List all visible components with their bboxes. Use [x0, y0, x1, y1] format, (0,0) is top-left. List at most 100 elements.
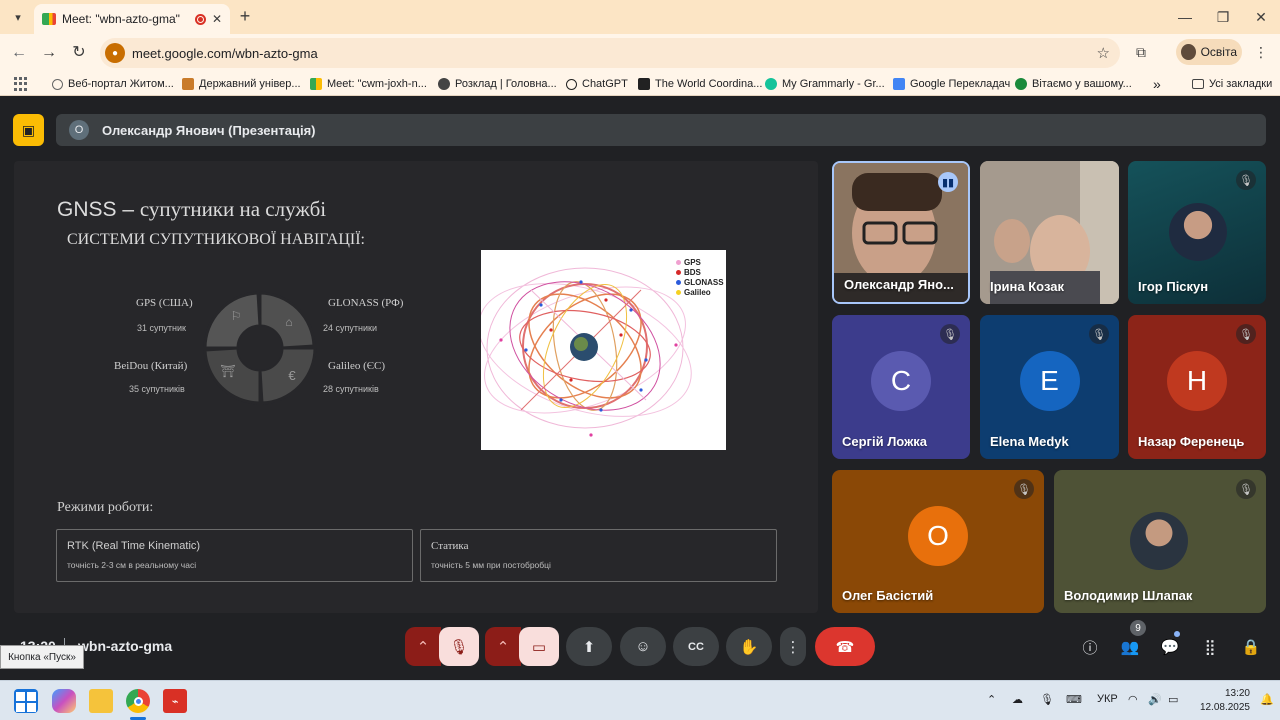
show-hidden-icons[interactable]: ⌃ [987, 693, 996, 706]
participant-avatar-photo [1169, 203, 1227, 261]
reload-button[interactable]: ↻ [68, 43, 90, 63]
back-button[interactable]: ← [8, 43, 30, 63]
participant-tile[interactable]: 🎙 Ігор Піскун [1128, 161, 1266, 304]
modes-title: Режими роботи: [57, 500, 154, 515]
participant-tile[interactable]: 🎙 Володимир Шлапак [1054, 470, 1266, 613]
system-glonass-name: GLONASS (РФ) [328, 297, 404, 309]
emoji-reaction-button[interactable]: ☺ [620, 627, 666, 666]
system-clock[interactable]: 13:20 12.08.2025 [1196, 687, 1250, 715]
close-window-button[interactable]: ✕ [1246, 6, 1276, 28]
windows-taskbar: ⌁ ⌃ ☁ 🎙 ⌨ УКР ◠ 🔊 ▭ 13:20 12.08.2025 🔔 [0, 680, 1280, 720]
recording-indicator-icon [194, 13, 206, 25]
captions-button[interactable]: CC [673, 627, 719, 666]
bookmark-item[interactable]: Вітаємо у вашому... [1015, 76, 1132, 92]
onedrive-cloud-icon[interactable]: ☁ [1012, 693, 1023, 706]
muted-mic-icon: 🎙 [1089, 324, 1109, 344]
tab-close-icon[interactable]: ✕ [212, 12, 222, 26]
meeting-info-icon[interactable]: ⓘ [1075, 632, 1105, 662]
gnss-orbits-image: GPS BDS GLONASS Galileo [478, 250, 726, 450]
chrome-icon[interactable] [126, 689, 150, 713]
bookmark-item[interactable]: Розклад | Головна... [438, 76, 557, 92]
bookmark-item[interactable]: Google Перекладач [893, 76, 1010, 92]
tab-title: Meet: "wbn-azto-gma" [62, 12, 180, 26]
chat-icon[interactable]: 💬 [1155, 632, 1185, 662]
apps-grid-icon[interactable] [14, 77, 28, 91]
battery-icon[interactable]: ▭ [1168, 693, 1178, 706]
profile-name: Освіта [1200, 45, 1237, 59]
participant-name: Ігор Піскун [1138, 279, 1209, 294]
copilot-icon[interactable] [52, 689, 76, 713]
pagoda-icon: ⛩ [220, 364, 235, 378]
participant-tile[interactable]: Ірина Козак [980, 161, 1119, 304]
notifications-icon[interactable]: 🔔 [1260, 693, 1274, 706]
bookmarks-bar: Веб-портал Житом... Державний універ... … [0, 72, 1280, 96]
system-galileo-name: Galileo (ЄС) [328, 360, 386, 372]
mode-desc: точність 2-3 см в реальному часі [67, 560, 197, 570]
bookmark-item[interactable]: The World Coordina... [638, 76, 762, 92]
presenter-avatar: О [69, 120, 89, 140]
new-tab-button[interactable]: + [236, 7, 254, 26]
wifi-icon[interactable]: ◠ [1128, 693, 1138, 706]
orbit-legend: GPS BDS GLONASS Galileo [676, 258, 724, 297]
activities-grid-icon[interactable]: ⣿ [1195, 632, 1225, 662]
bookmark-star-icon[interactable]: ☆ [1097, 44, 1110, 62]
file-explorer-icon[interactable] [89, 689, 113, 713]
presentation-slide: GNSS – супутники на службі СИСТЕМИ СУПУТ… [14, 161, 818, 613]
maximize-button[interactable]: ❐ [1208, 6, 1238, 28]
participant-tile[interactable]: ▮▮ Олександр Яно... [832, 161, 970, 304]
mic-off-button[interactable]: 🎙 [439, 627, 479, 666]
tab-search-chevron-icon[interactable]: ▾ [8, 7, 28, 27]
people-icon[interactable]: 👥 [1115, 632, 1145, 662]
audio-options-button[interactable]: ⌃ [405, 627, 441, 666]
pdf-reader-icon[interactable]: ⌁ [163, 689, 187, 713]
more-options-button[interactable]: ⋮ [780, 627, 806, 666]
minimize-button[interactable]: — [1170, 6, 1200, 28]
chrome-menu-icon[interactable]: ⋮ [1254, 44, 1268, 61]
raise-hand-button[interactable]: ✋ [726, 627, 772, 666]
mode-static-box: Статика точність 5 мм при постобробці [420, 529, 777, 582]
flag-icon: ⚐ [231, 309, 242, 323]
address-bar[interactable]: ● meet.google.com/wbn-azto-gma ☆ [100, 38, 1120, 68]
profile-avatar [1181, 44, 1196, 60]
muted-mic-icon: 🎙 [1236, 170, 1256, 190]
host-controls-lock-icon[interactable]: 🔒 [1236, 632, 1266, 662]
microphone-in-use-icon[interactable]: ● [105, 43, 125, 63]
system-galileo-count: 28 супутників [323, 384, 379, 394]
microphone-tray-icon[interactable]: 🎙 [1040, 693, 1054, 706]
start-windows-icon[interactable] [14, 689, 38, 713]
tab-meet[interactable]: Meet: "wbn-azto-gma" ✕ [34, 4, 230, 34]
camera-off-button[interactable]: ▭ [519, 627, 559, 666]
participant-name: Володимир Шлапак [1064, 588, 1193, 603]
video-options-button[interactable]: ⌃ [485, 627, 521, 666]
people-count-badge: 9 [1130, 620, 1146, 636]
chat-notification-dot [1174, 631, 1180, 637]
legend-item: BDS [676, 268, 724, 277]
leave-call-button[interactable]: ☎ [815, 627, 875, 666]
presenter-label: Олександр Янович (Презентація) [102, 122, 316, 138]
presentation-indicator-icon[interactable]: ▣ [13, 114, 44, 146]
bookmark-item[interactable]: Meet: "cwm-joxh-n... [310, 76, 427, 92]
bookmark-item[interactable]: Веб-портал Житом... [52, 76, 174, 92]
keyboard-icon[interactable]: ⌨ [1066, 693, 1082, 706]
clock-time: 13:20 [1224, 688, 1250, 699]
profile-button[interactable]: Освіта [1176, 39, 1242, 65]
participant-tile[interactable]: С 🎙 Сергій Ложка [832, 315, 970, 459]
input-language[interactable]: УКР [1097, 693, 1118, 705]
legend-item: GPS [676, 258, 724, 267]
all-bookmarks[interactable]: Усі закладки [1192, 76, 1272, 92]
bookmark-item[interactable]: Державний універ... [182, 76, 301, 92]
slide-subtitle: СИСТЕМИ СУПУТНИКОВОЇ НАВІГАЦІЇ: [67, 231, 365, 248]
extensions-puzzle-icon[interactable]: ⧉ [1136, 44, 1146, 61]
volume-icon[interactable]: 🔊 [1148, 693, 1162, 706]
bookmark-item[interactable]: My Grammarly - Gr... [765, 76, 885, 92]
forward-button[interactable]: → [38, 43, 60, 63]
participant-name: Олександр Яно... [844, 277, 954, 292]
more-bookmarks-icon[interactable]: » [1153, 76, 1161, 92]
participant-tile[interactable]: О 🎙 Олег Басістий [832, 470, 1044, 613]
present-screen-button[interactable]: ⬆ [566, 627, 612, 666]
muted-mic-icon: 🎙 [1014, 479, 1034, 499]
bookmark-item[interactable]: ChatGPT [566, 76, 628, 92]
participant-tile[interactable]: Н 🎙 Назар Ференець [1128, 315, 1266, 459]
url-text: meet.google.com/wbn-azto-gma [132, 45, 318, 61]
participant-tile[interactable]: E 🎙 Elena Medyk [980, 315, 1119, 459]
